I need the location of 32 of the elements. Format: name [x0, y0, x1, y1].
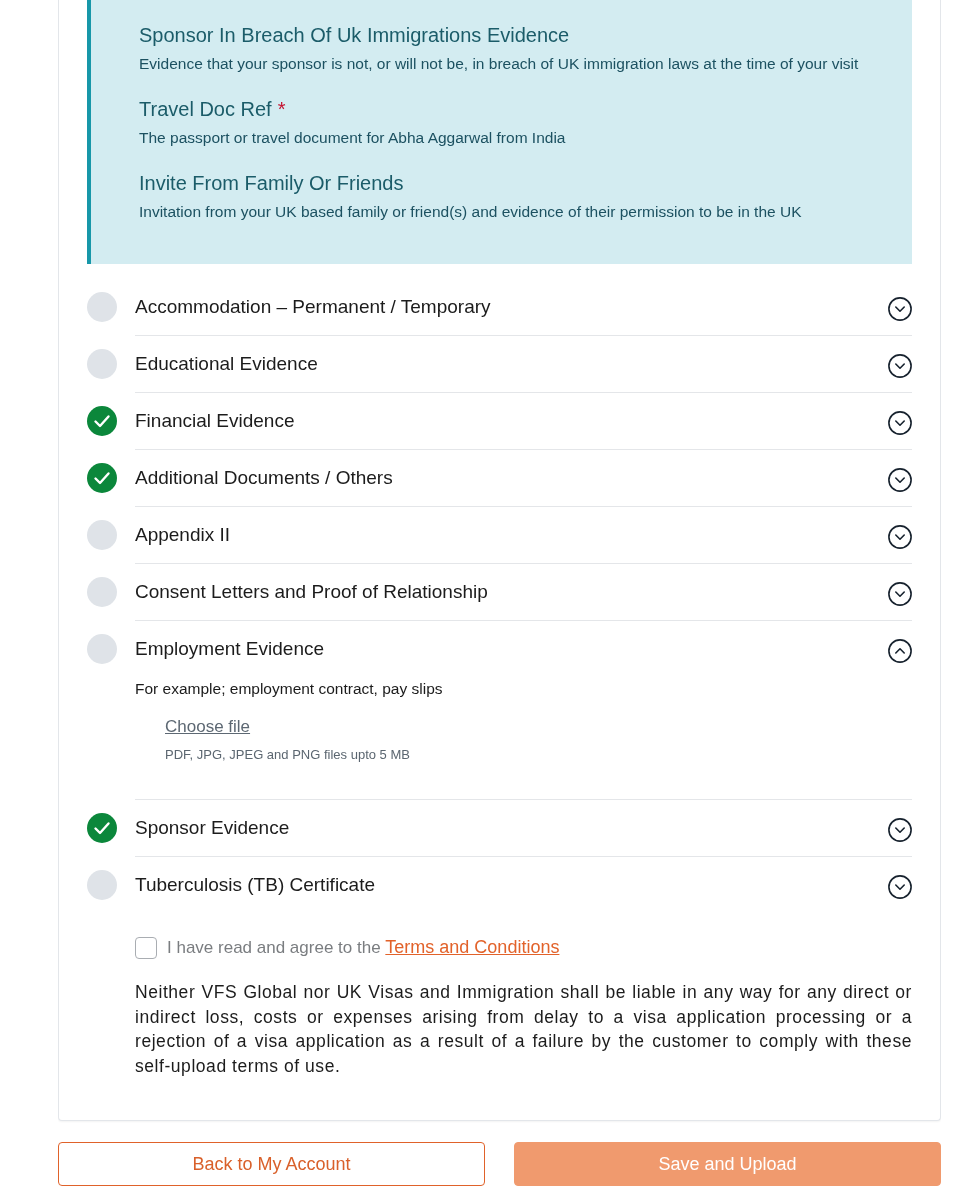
info-title: Travel Doc Ref [139, 97, 272, 121]
disclaimer-text: Neither VFS Global nor UK Visas and Immigration shall be liable in any way for any direct or indirect loss, costs or expenses arising from delay to a visa application processing or a rejection of a visa application as a result of a failure by the customer to comply with these self-upload terms of use. [135, 981, 912, 1078]
accordion-header[interactable]: Additional Documents / Others [135, 450, 912, 506]
accordion-header[interactable]: Accommodation – Permanent / Temporary [135, 279, 912, 335]
file-types-note: PDF, JPG, JPEG and PNG files upto 5 MB [164, 747, 411, 763]
info-description: Invitation from your UK based family or friend(s) and evidence of their permission to be in the UK [139, 202, 803, 222]
chevron-down-icon[interactable] [888, 354, 912, 378]
chevron-up-icon[interactable] [888, 639, 912, 663]
accordion-header[interactable]: Sponsor Evidence [135, 800, 912, 856]
info-description: Evidence that your sponsor is not, or will not be, in breach of UK immigration laws at the time of your visit [139, 54, 860, 74]
accordion-header[interactable]: Educational Evidence [135, 336, 912, 392]
choose-file-link[interactable]: Choose file [165, 717, 251, 736]
accordion-header[interactable]: Financial Evidence [135, 393, 912, 449]
required-mark: * [277, 97, 286, 121]
info-description: The passport or travel document for Abha Aggarwal from India [139, 128, 567, 148]
accordion-header[interactable]: Tuberculosis (TB) Certificate [135, 857, 912, 913]
accordion-header[interactable]: Appendix II [135, 507, 912, 563]
chevron-down-icon[interactable] [888, 297, 912, 321]
chevron-down-icon[interactable] [888, 582, 912, 606]
terms-checkbox[interactable] [135, 936, 157, 959]
accordion-header[interactable]: Consent Letters and Proof of Relationship [135, 564, 912, 620]
terms-label: I have read and agree to the Terms and Conditions [167, 936, 560, 959]
info-title: Invite From Family Or Friends [139, 171, 404, 195]
back-button[interactable]: Back to My Account [58, 1142, 485, 1186]
chevron-down-icon[interactable] [888, 818, 912, 842]
info-title: Sponsor In Breach Of Uk Immigrations Evidence [139, 23, 570, 47]
chevron-down-icon[interactable] [888, 411, 912, 435]
chevron-down-icon[interactable] [888, 525, 912, 549]
chevron-down-icon[interactable] [888, 875, 912, 899]
chevron-down-icon[interactable] [888, 468, 912, 492]
document-hint: For example; employment contract, pay slips [135, 679, 444, 699]
accordion-header[interactable]: Employment Evidence [135, 621, 912, 677]
